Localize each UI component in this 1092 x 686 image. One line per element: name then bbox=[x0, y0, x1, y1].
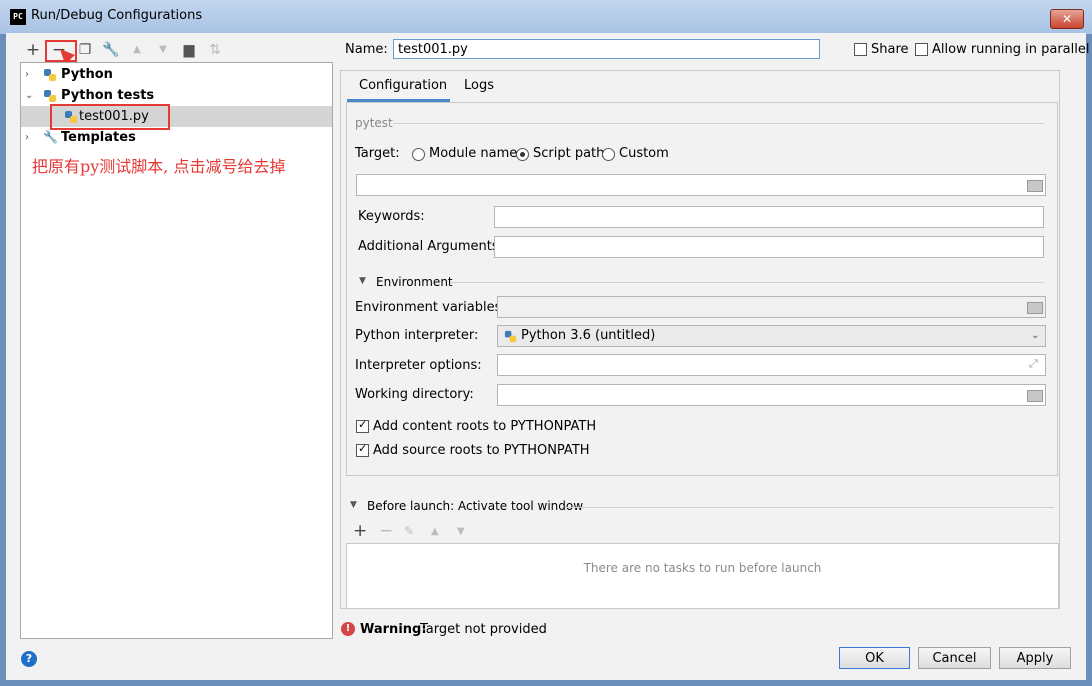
working-dir-input[interactable] bbox=[497, 384, 1046, 406]
env-vars-label: Environment variables: bbox=[355, 300, 506, 315]
apply-button[interactable]: Apply bbox=[999, 647, 1071, 669]
radio-script-path[interactable] bbox=[516, 148, 529, 161]
move-up-icon[interactable]: ▲ bbox=[128, 41, 146, 59]
warning-title: Warning: bbox=[360, 622, 427, 637]
name-input[interactable]: test001.py bbox=[393, 39, 820, 59]
close-button[interactable]: ✕ bbox=[1050, 9, 1084, 29]
chevron-down-icon[interactable]: ⌄ bbox=[25, 85, 35, 106]
move-up-icon[interactable]: ▲ bbox=[431, 526, 439, 537]
name-label: Name: bbox=[345, 42, 388, 57]
window-title: Run/Debug Configurations bbox=[31, 8, 203, 23]
folder-icon[interactable] bbox=[1027, 302, 1043, 314]
content-roots-label: Add content roots to PYTHONPATH bbox=[373, 419, 597, 434]
interp-options-label: Interpreter options: bbox=[355, 358, 482, 373]
expand-icon[interactable]: ⤢ bbox=[1029, 357, 1038, 371]
cancel-button[interactable]: Cancel bbox=[918, 647, 991, 669]
radio-custom[interactable] bbox=[602, 148, 615, 161]
tree-item-label: Templates bbox=[61, 130, 136, 145]
source-roots-label: Add source roots to PYTHONPATH bbox=[373, 443, 590, 458]
title-bar[interactable]: PC Run/Debug Configurations ✕ bbox=[0, 0, 1092, 34]
keywords-label: Keywords: bbox=[358, 209, 425, 224]
move-down-icon[interactable]: ▼ bbox=[154, 41, 172, 59]
empty-tasks-text: There are no tasks to run before launch bbox=[583, 561, 822, 575]
separator bbox=[393, 123, 1044, 124]
additional-args-label: Additional Arguments: bbox=[358, 239, 504, 254]
tree-item-python[interactable]: › Python bbox=[21, 64, 330, 85]
radio-label: Module name bbox=[429, 146, 518, 161]
config-tree[interactable]: › Python ⌄ Python tests test001.py › 🔧 T… bbox=[20, 62, 333, 639]
radio-label: Script path bbox=[533, 146, 605, 161]
error-icon: ! bbox=[341, 622, 355, 636]
interp-options-input[interactable] bbox=[497, 354, 1046, 376]
radio-label: Custom bbox=[619, 146, 669, 161]
parallel-label: Allow running in parallel bbox=[932, 42, 1090, 57]
separator bbox=[565, 507, 1054, 508]
python-icon bbox=[504, 330, 517, 343]
interpreter-value: Python 3.6 (untitled) bbox=[521, 328, 656, 343]
sort-icon[interactable]: ⇅ bbox=[206, 41, 224, 59]
test-file-highlight-box bbox=[50, 104, 170, 130]
ok-button[interactable]: OK bbox=[839, 647, 910, 669]
parallel-checkbox[interactable] bbox=[915, 43, 928, 56]
interpreter-select[interactable]: Python 3.6 (untitled) ⌄ bbox=[497, 325, 1046, 347]
env-vars-input[interactable] bbox=[497, 296, 1046, 318]
target-label: Target: bbox=[355, 146, 400, 161]
additional-args-input[interactable] bbox=[494, 236, 1044, 258]
tree-item-python-tests[interactable]: ⌄ Python tests bbox=[21, 85, 330, 106]
chevron-down-icon[interactable]: ▼ bbox=[359, 276, 366, 286]
folder-icon[interactable] bbox=[1027, 180, 1043, 192]
remove-icon[interactable]: − bbox=[379, 521, 393, 541]
annotation-text: 把原有py测试脚本, 点击减号给去掉 bbox=[32, 157, 286, 176]
radio-module-name[interactable] bbox=[412, 148, 425, 161]
interpreter-label: Python interpreter: bbox=[355, 328, 479, 343]
move-down-icon[interactable]: ▼ bbox=[457, 526, 465, 537]
chevron-right-icon[interactable]: › bbox=[25, 64, 35, 85]
chevron-down-icon: ⌄ bbox=[1031, 330, 1040, 341]
add-icon[interactable]: + bbox=[24, 41, 42, 59]
python-icon bbox=[44, 69, 56, 81]
source-roots-checkbox[interactable]: ✓ bbox=[356, 442, 369, 457]
share-label: Share bbox=[871, 42, 909, 57]
chevron-down-icon[interactable]: ▼ bbox=[350, 500, 357, 510]
tab-configuration[interactable]: Configuration bbox=[359, 72, 447, 100]
script-path-input[interactable] bbox=[356, 174, 1046, 196]
folder-icon[interactable]: ▆ bbox=[180, 41, 198, 59]
content-roots-checkbox[interactable]: ✓ bbox=[356, 418, 369, 433]
section-title: pytest bbox=[355, 116, 393, 130]
tree-item-label: Python bbox=[61, 67, 113, 82]
folder-icon[interactable] bbox=[1027, 390, 1043, 402]
before-launch-title[interactable]: Before launch: Activate tool window bbox=[367, 499, 583, 513]
warning-text: Target not provided bbox=[420, 622, 547, 637]
python-tests-icon bbox=[44, 90, 56, 102]
chevron-right-icon[interactable]: › bbox=[25, 127, 35, 148]
help-icon[interactable]: ? bbox=[21, 651, 37, 667]
working-dir-label: Working directory: bbox=[355, 387, 474, 402]
tasks-list[interactable]: There are no tasks to run before launch bbox=[346, 543, 1059, 609]
edit-icon[interactable]: ✎ bbox=[404, 524, 414, 538]
wrench-icon: 🔧 bbox=[43, 130, 58, 144]
separator bbox=[450, 282, 1044, 283]
share-checkbox[interactable] bbox=[854, 43, 867, 56]
add-icon[interactable]: + bbox=[353, 521, 367, 541]
tree-item-label: Python tests bbox=[61, 88, 155, 103]
pycharm-logo-icon: PC bbox=[10, 9, 26, 25]
environment-section[interactable]: Environment bbox=[376, 275, 453, 289]
tab-logs[interactable]: Logs bbox=[464, 72, 494, 100]
keywords-input[interactable] bbox=[494, 206, 1044, 228]
tree-item-templates[interactable]: › 🔧 Templates bbox=[21, 127, 330, 148]
